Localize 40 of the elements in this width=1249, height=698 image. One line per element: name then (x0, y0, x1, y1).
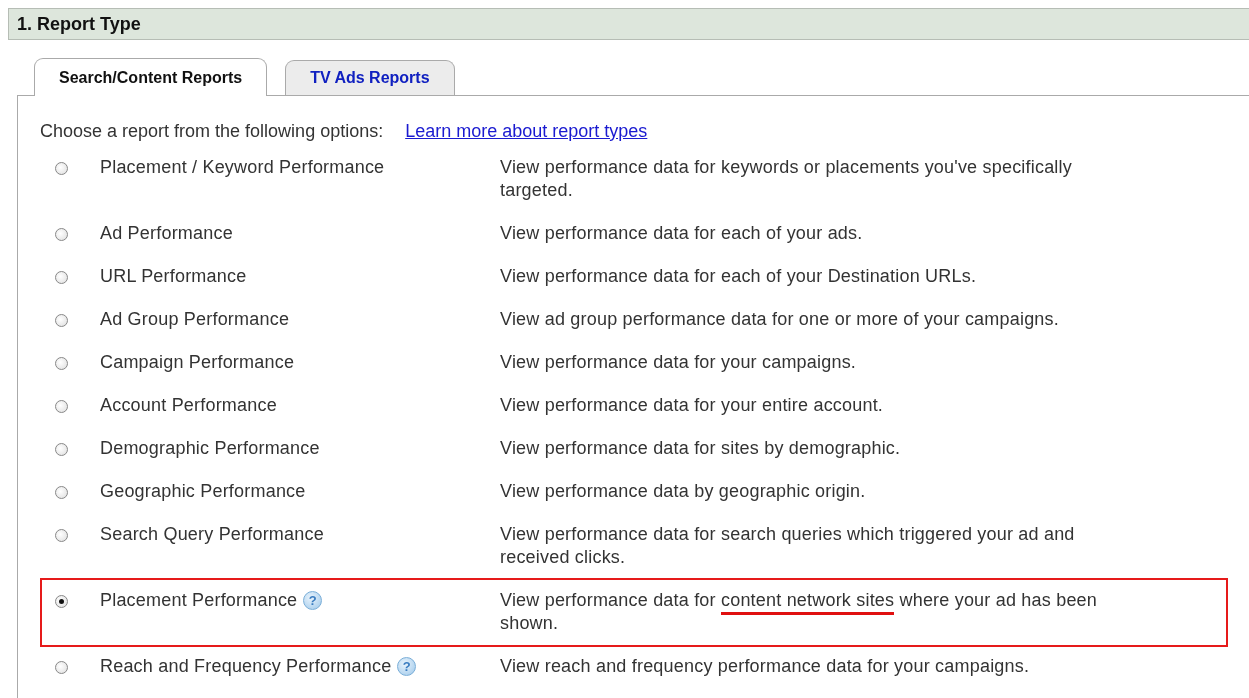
radio-button[interactable] (55, 314, 68, 327)
option-label[interactable]: Demographic Performance (100, 437, 320, 460)
radio-button[interactable] (55, 486, 68, 499)
radio-button[interactable] (55, 162, 68, 175)
option-description: View performance data for search queries which triggered your ad and received clicks. (500, 523, 1076, 569)
option-description: View ad group performance data for one or more of your campaigns. (500, 308, 1060, 331)
help-icon[interactable]: ? (303, 591, 323, 610)
tab[interactable]: TV Ads Reports (285, 60, 455, 95)
radio-button[interactable] (55, 529, 68, 542)
help-icon[interactable]: ? (397, 657, 417, 676)
radio-button[interactable] (55, 661, 68, 674)
option-description: View performance data for your entire account. (500, 394, 885, 417)
section-header: 1. Report Type (8, 8, 1249, 40)
option-description: View performance data for content network sites where your ad has been shown. (500, 589, 1098, 635)
radio-button[interactable] (55, 228, 68, 241)
tab[interactable]: Search/Content Reports (34, 58, 268, 96)
radio-button[interactable] (55, 443, 68, 456)
option-label[interactable]: Ad Performance (100, 222, 233, 245)
option-label[interactable]: Reach and Frequency Performance (100, 655, 392, 678)
option-description: View performance data for your campaigns. (500, 351, 858, 374)
intro-text: Choose a report from the following options: (40, 121, 384, 142)
option-label[interactable]: Placement Performance (100, 589, 298, 612)
learn-more-link[interactable]: Learn more about report types (405, 121, 648, 142)
option-description: View performance data for sites by demographic. (500, 437, 902, 460)
option-label[interactable]: Geographic Performance (100, 480, 306, 503)
option-label[interactable]: Campaign Performance (100, 351, 295, 374)
option-label[interactable]: Search Query Performance (100, 523, 324, 546)
radio-button[interactable] (55, 271, 68, 284)
option-description: View performance data for keywords or placements you've specifically targeted. (500, 156, 1073, 202)
option-description: View performance data by geographic origin. (500, 480, 867, 503)
option-label[interactable]: Placement / Keyword Performance (100, 156, 385, 179)
option-description: View performance data for each of your ads. (500, 222, 864, 245)
option-label[interactable]: Account Performance (100, 394, 277, 417)
radio-button[interactable] (55, 400, 68, 413)
radio-button[interactable] (55, 595, 68, 608)
option-label[interactable]: URL Performance (100, 265, 247, 288)
option-description: View reach and frequency performance data for your campaigns. (500, 655, 1031, 678)
option-label[interactable]: Ad Group Performance (100, 308, 290, 331)
option-description: View performance data for each of your Destination URLs. (500, 265, 978, 288)
radio-button[interactable] (55, 357, 68, 370)
